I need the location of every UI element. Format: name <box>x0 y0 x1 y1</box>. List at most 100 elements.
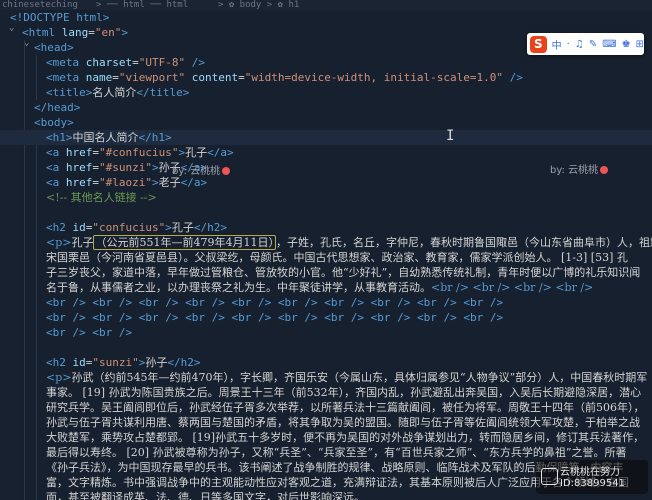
indent-guide <box>36 130 37 500</box>
tag-close: </h2> <box>167 356 201 369</box>
code-line[interactable]: <meta name="viewport" content="width=dev… <box>46 70 652 85</box>
attr-content: content <box>185 71 239 84</box>
code-line[interactable]: <p>孔子 （公元前551年—前479年4月11日） ，子姓，孔氏，名丘，字仲尼，春… <box>46 235 652 250</box>
tag-close: </title> <box>136 86 190 99</box>
paragraph-text: 最后得以寿终。 [20] 孙武被尊称为孙子，又称“兵圣”、“兵家至圣”，有“百世… <box>46 446 627 459</box>
paragraph-text: 研究兵学。吴王阖闾即位后，孙武经伍子胥多次举荐，以所著兵法十三篇献阖闾，被任为将… <box>46 401 645 414</box>
tag-br: <br /> <box>370 311 411 324</box>
code-line[interactable]: 宋国栗邑（今河南省夏邑县）。父叔梁纥，母颜氏。中国古代思想家、政治家、教育家，儒… <box>46 250 652 265</box>
h2-text: 孔子 <box>171 221 194 234</box>
tag-br: <br /> <box>231 296 272 309</box>
ime-handwrite-icon[interactable]: ✎ <box>589 39 597 50</box>
code-line[interactable]: </head> <box>34 100 652 115</box>
ime-menu-icon[interactable]: ⊞ <box>636 39 644 50</box>
tag-meta: <meta <box>46 56 86 69</box>
code-line-active[interactable]: <h1>中国名人简介</h1> <box>0 130 652 145</box>
code-line[interactable]: 研究兵学。吴王阖闾即位后，孙武经伍子胥多次举荐，以所著兵法十三篇献阖闾，被任为将… <box>46 400 652 415</box>
tag-br: <br /> <box>46 296 86 309</box>
attr-value: "#sunzi" <box>99 161 152 174</box>
tag-title: <title> <box>46 86 93 99</box>
paragraph-text: 事家。 [19] 孙武为陈国贵族之后。周景王十三年（前532年），齐国内乱，孙武… <box>46 386 642 399</box>
breadcrumb-html[interactable]: > ── html ── html <box>96 0 188 10</box>
code-line[interactable]: 名于鲁，从事儒者之业，以办理丧祭之礼为生。中年聚徒讲学，从事教育活动。<br /… <box>46 280 652 295</box>
attr-href: href <box>65 161 93 174</box>
paragraph-text: 子三岁丧父，家道中落，早年做过管粮仓、管放牧的小官。他“少好礼”，自幼熟悉传统礼… <box>46 266 641 279</box>
code-line[interactable]: 子三岁丧父，家道中落，早年做过管粮仓、管放牧的小官。他“少好礼”，自幼熟悉传统礼… <box>46 265 652 280</box>
code-line[interactable]: <h2 id="sunzi">孙子</h2> <box>46 355 652 370</box>
code-line[interactable]: <a href="#laozi">老子</a> <box>46 175 652 190</box>
h1-text: 中国名人简介 <box>72 131 139 144</box>
tag-br: <br /> <box>138 311 179 324</box>
code-line[interactable]: <a href="#confucius">孔子</a> <box>46 145 652 160</box>
tag-br: <br /> <box>185 296 225 309</box>
tag-br: <br /> <box>431 281 469 294</box>
watermark-author: 云桃桃在努力 <box>560 467 620 478</box>
tag-meta: <meta <box>46 71 86 84</box>
attr-value: "confucius" <box>92 221 166 234</box>
sogou-logo-icon[interactable]: S <box>530 35 547 53</box>
ime-punctuation-icon[interactable]: · <box>567 39 570 50</box>
attr-value: "#confucius" <box>99 146 179 159</box>
code-line[interactable]: 事家。 [19] 孙武为陈国贵族之后。周景王十三年（前532年），齐国内乱，孙武… <box>46 385 652 400</box>
attr-value: "#laozi" <box>99 176 152 189</box>
code-line[interactable]: <meta charset="UTF-8" /> <box>46 55 652 70</box>
tag-a: <a <box>46 161 66 174</box>
tag-br: <br /> <box>277 311 318 324</box>
ime-toolbar[interactable]: S 中 · ♫ ✎ ⌨ ♚ ⊞ <box>527 33 644 55</box>
breadcrumb-file[interactable]: chineseteching <box>2 0 78 10</box>
code-line[interactable]: <h2 id="confucius">孔子</h2> <box>46 220 652 235</box>
attr-value: "en" <box>94 26 122 39</box>
tag-h2: <h2 <box>46 356 73 369</box>
tag-br: <br /> <box>324 311 364 324</box>
tag-br: <br /> <box>472 281 511 294</box>
tag-close: /> <box>185 56 205 69</box>
ime-keyboard-icon[interactable]: ⌨ <box>602 39 616 50</box>
attr-value: "viewport" <box>118 71 186 84</box>
attr-href: href <box>65 176 93 189</box>
tag-h2: <h2 <box>46 221 73 234</box>
tag-gt: > <box>151 176 159 189</box>
tag-br: <br /> <box>513 281 552 294</box>
code-line[interactable]: 最后得以寿终。 [20] 孙武被尊称为孙子，又称“兵圣”、“兵家至圣”，有“百世… <box>46 445 652 460</box>
code-line[interactable]: <!-- 其他名人链接 --> <box>46 190 652 205</box>
tag-h1: <h1> <box>46 131 73 144</box>
code-line[interactable]: <title>名人简介</title> <box>46 85 652 100</box>
tag-br: <br /> <box>185 311 225 324</box>
code-line[interactable]: <body> <box>34 115 652 130</box>
attr-href: href <box>65 146 93 159</box>
ime-skin-icon[interactable]: ♚ <box>622 39 631 50</box>
tag-br: <br /> <box>417 296 457 309</box>
breadcrumb-bar: chineseteching > ── html ── html > ✿ bod… <box>0 0 652 10</box>
paragraph-text: 孙武（约前545年—约前470年），字长卿，齐国乐安（今属山东，具体归属参见“人… <box>71 371 648 384</box>
code-line[interactable]: 大败楚军，乘势攻占楚都郢。 [19]孙武五十多岁时，便不再为吴国的对外战争谋划出… <box>46 430 652 445</box>
platform-logo-icon <box>541 468 558 485</box>
tag-br: <br /> <box>417 311 457 324</box>
code-line[interactable]: <br /> <br /> <br /> <br /> <br /> <br /… <box>46 310 652 325</box>
attr-lang: lang <box>61 26 89 39</box>
code-line[interactable]: <br /> <br /> <box>46 325 652 340</box>
paragraph-text: 孙武与伍子胥共谋利用唐、蔡两国与楚国的矛盾，将其争取为吴的盟国。随即与伍子胥等佐… <box>46 416 640 429</box>
doctype: <!DOCTYPE html> <box>10 11 110 24</box>
code-line[interactable]: <!DOCTYPE html> <box>10 10 652 25</box>
tag-close: > <box>121 26 128 39</box>
code-line[interactable]: <br /> <br /> <br /> <br /> <br /> <br /… <box>46 295 652 310</box>
attr-id: id <box>72 221 86 234</box>
tag-br: <br /> <box>324 296 364 309</box>
ime-voice-icon[interactable]: ♫ <box>575 39 584 50</box>
code-editor[interactable]: <!DOCTYPE html> <html lang="en"> <head> … <box>0 10 652 500</box>
tag-p: <p> <box>46 371 72 384</box>
watermark-id: ID:83899541 <box>560 478 625 489</box>
tag-close: </a> <box>207 146 234 159</box>
peach-icon <box>600 166 609 174</box>
indent-guide <box>36 55 37 100</box>
code-line[interactable]: <p>孙武（约前545年—约前470年），字长卿，齐国乐安（今属山东，具体归属参… <box>46 370 652 385</box>
code-line[interactable]: 孙武与伍子胥共谋利用唐、蔡两国与楚国的矛盾，将其争取为吴的盟国。随即与伍子胥等佐… <box>46 415 652 430</box>
tag-br: <br /> <box>92 326 133 339</box>
tag-head: <head> <box>34 41 74 54</box>
tag-head-close: </head> <box>34 101 81 114</box>
breadcrumb-body-h1[interactable]: > ✿ body > ✿ h1 <box>218 0 299 10</box>
tag-br: <br /> <box>463 296 504 309</box>
ime-mode-icon[interactable]: 中 <box>552 37 562 52</box>
paragraph-text: 大败楚军，乘势攻占楚都郢。 [19]孙武五十多岁时，便不再为吴国的对外战争谋划出… <box>46 431 645 444</box>
peach-icon <box>222 167 231 175</box>
